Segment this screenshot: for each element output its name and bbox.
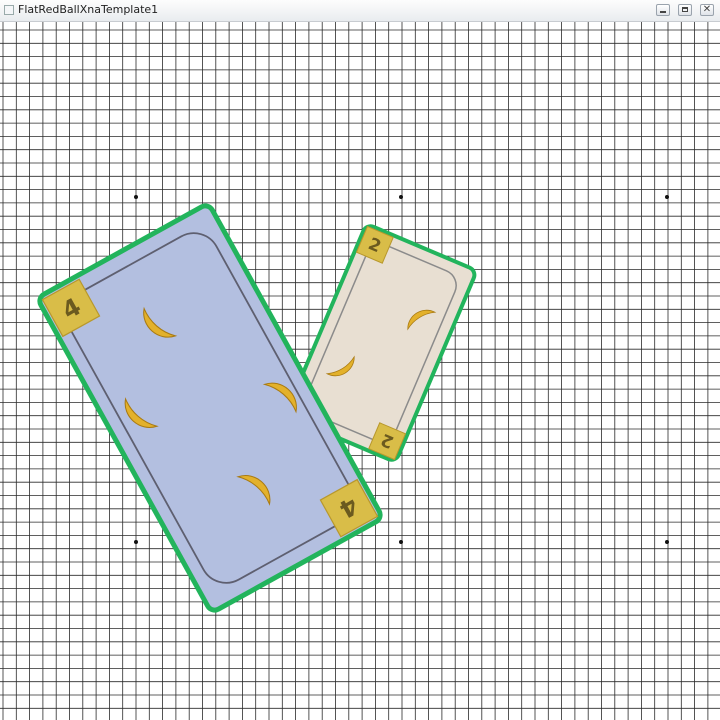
grid-dot [399,195,403,199]
minimize-button[interactable] [656,4,670,16]
close-icon: ✕ [702,4,712,15]
minimize-icon [660,11,666,13]
maximize-button[interactable] [678,4,692,16]
grid-dot [665,195,669,199]
game-viewport[interactable]: 2 2 4 4 [0,22,720,720]
window-title: FlatRedBallXnaTemplate1 [18,3,159,16]
grid-dot [134,195,138,199]
grid-dot [134,540,138,544]
close-button[interactable]: ✕ [700,4,714,16]
app-icon [4,5,14,15]
window-titlebar[interactable]: FlatRedBallXnaTemplate1 ✕ [0,0,720,22]
grid-dot [665,540,669,544]
grid-dot [399,540,403,544]
maximize-icon [682,7,688,12]
